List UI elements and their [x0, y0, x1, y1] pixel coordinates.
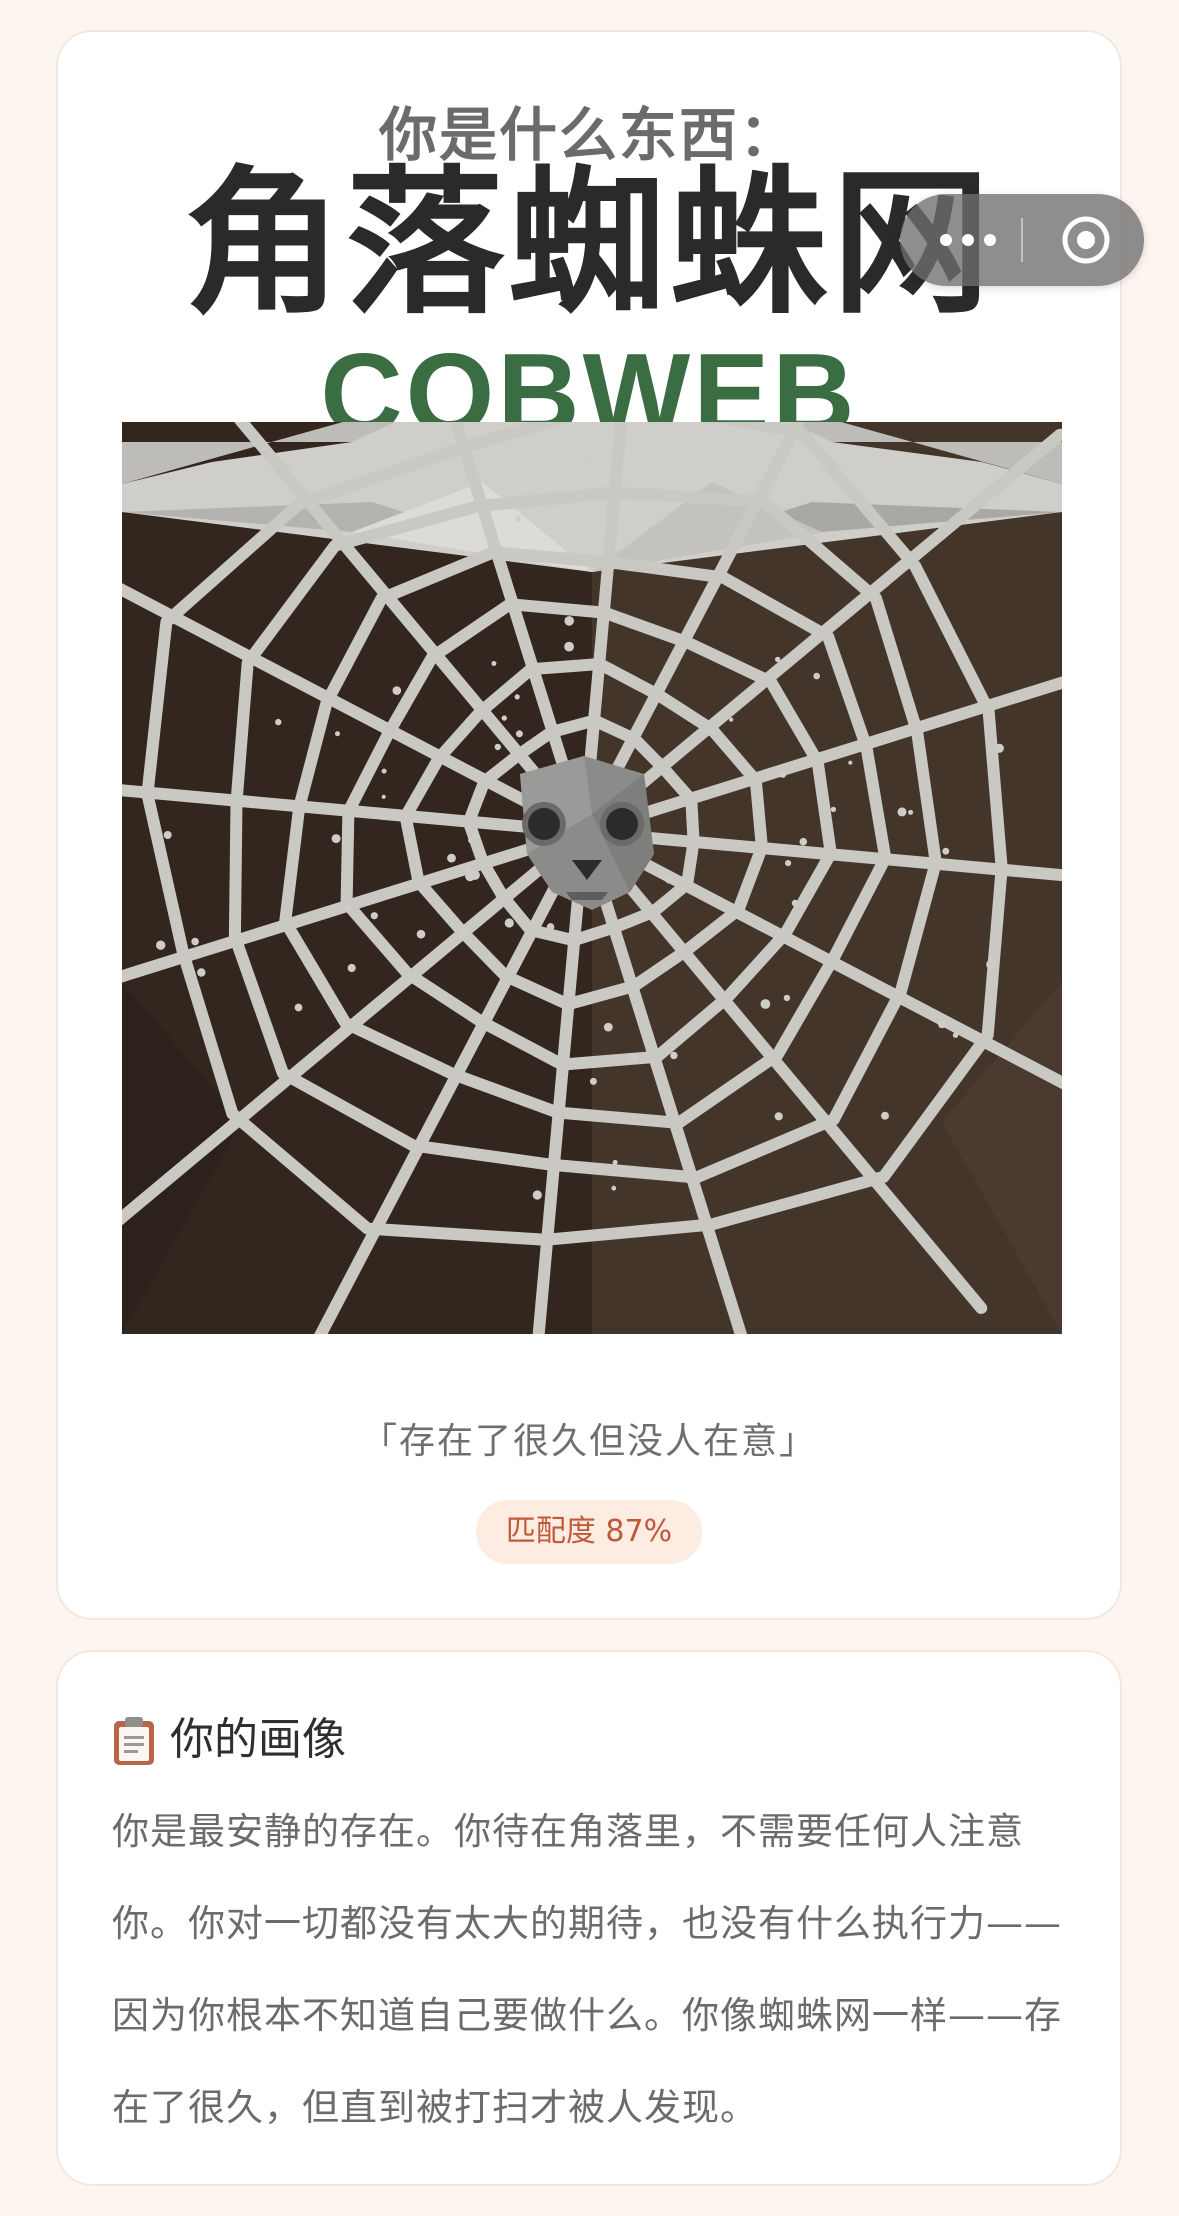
match-badge: 匹配度 87% — [476, 1500, 702, 1564]
portrait-description: 你是最安静的存在。你待在角落里，不需要任何人注意你。你对一切都没有太大的期待，也… — [112, 1810, 1062, 2129]
cobweb-illustration — [122, 422, 1062, 1334]
more-dots-icon[interactable] — [938, 228, 998, 252]
capsule-menu — [900, 194, 1144, 286]
portrait-card: 你的画像 你是最安静的存在。你待在角落里，不需要任何人注意你。你对一切都没有太大… — [58, 1652, 1120, 2184]
capsule-divider — [1021, 218, 1023, 262]
target-circle-icon[interactable] — [1060, 214, 1112, 266]
clipboard-icon — [114, 1717, 154, 1765]
portrait-title: 你的画像 — [170, 1714, 346, 1765]
result-quote: 「存在了很久但没人在意」 — [360, 1421, 817, 1462]
